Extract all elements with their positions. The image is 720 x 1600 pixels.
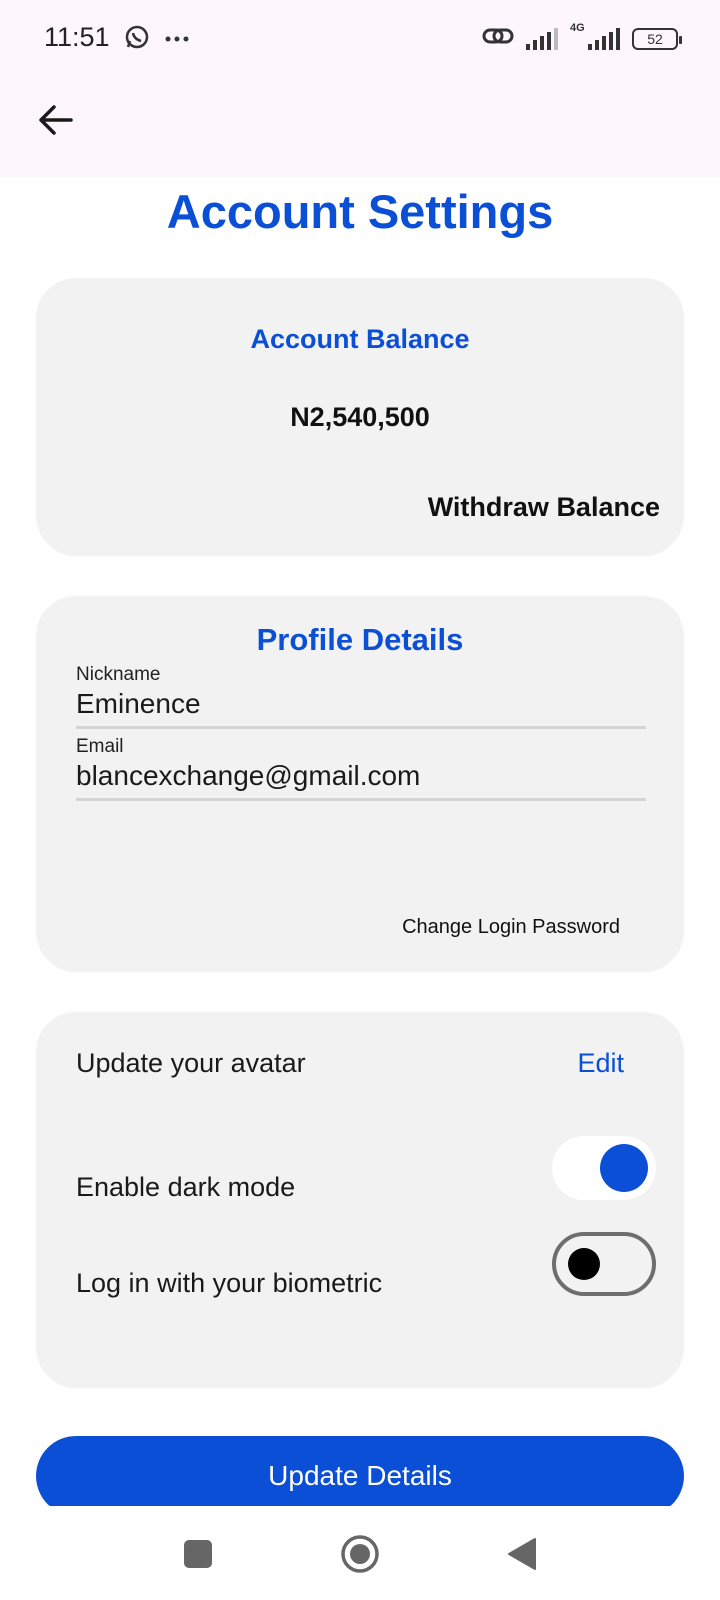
back-button[interactable]: [36, 102, 76, 142]
balance-title: Account Balance: [250, 324, 470, 354]
biometric-toggle[interactable]: [552, 1232, 656, 1296]
whatsapp-icon: [124, 24, 150, 55]
4g-signal-icon: 4G: [570, 22, 620, 50]
status-left-icons: [124, 24, 190, 55]
nickname-label: Nickname: [76, 664, 161, 685]
more-dots-icon: [164, 31, 190, 49]
edit-avatar-link[interactable]: Edit: [577, 1048, 624, 1079]
balance-card: Account Balance N2,540,500 Withdraw Bala…: [36, 278, 684, 556]
home-icon: [340, 1534, 380, 1579]
system-back-button[interactable]: [502, 1536, 542, 1576]
withdraw-balance-button[interactable]: Withdraw Balance: [428, 492, 660, 523]
email-field[interactable]: Email blancexchange@gmail.com: [76, 736, 646, 801]
change-password-button[interactable]: Change Login Password: [402, 916, 620, 939]
toggle-knob: [568, 1248, 600, 1280]
profile-title: Profile Details: [256, 622, 464, 657]
page-title: Account Settings: [166, 185, 554, 238]
nickname-field[interactable]: Nickname Eminence: [76, 664, 646, 729]
signal-icon: [526, 27, 558, 50]
battery-level: 52: [647, 30, 663, 47]
status-time: 11:51: [44, 22, 110, 52]
nickname-input[interactable]: Eminence: [76, 686, 646, 729]
balance-amount: N2,540,500: [290, 402, 430, 432]
toggle-knob: [600, 1144, 648, 1192]
biometric-label: Log in with your biometric: [76, 1268, 383, 1298]
update-details-button[interactable]: Update Details: [36, 1436, 684, 1516]
profile-card: Profile Details Nickname Eminence Email …: [36, 596, 684, 972]
email-input[interactable]: blancexchange@gmail.com: [76, 758, 646, 801]
system-nav-bar: [0, 1506, 720, 1600]
email-label: Email: [76, 736, 124, 757]
back-triangle-icon: [507, 1537, 537, 1576]
status-right-icons: 4G 52: [482, 22, 682, 53]
recent-apps-icon: [183, 1539, 213, 1574]
battery-icon: 52: [632, 27, 682, 50]
recent-apps-button[interactable]: [178, 1536, 218, 1576]
dark-mode-label: Enable dark mode: [76, 1172, 296, 1202]
link-icon: [482, 24, 514, 53]
top-bar: 11:51 4G 52: [0, 0, 720, 178]
avatar-label: Update your avatar: [76, 1048, 306, 1078]
settings-card: Update your avatar Edit Enable dark mode…: [36, 1012, 684, 1388]
dark-mode-toggle[interactable]: [552, 1136, 656, 1200]
arrow-back-icon: [38, 104, 74, 141]
home-button[interactable]: [340, 1534, 380, 1579]
network-label: 4G: [570, 21, 585, 34]
